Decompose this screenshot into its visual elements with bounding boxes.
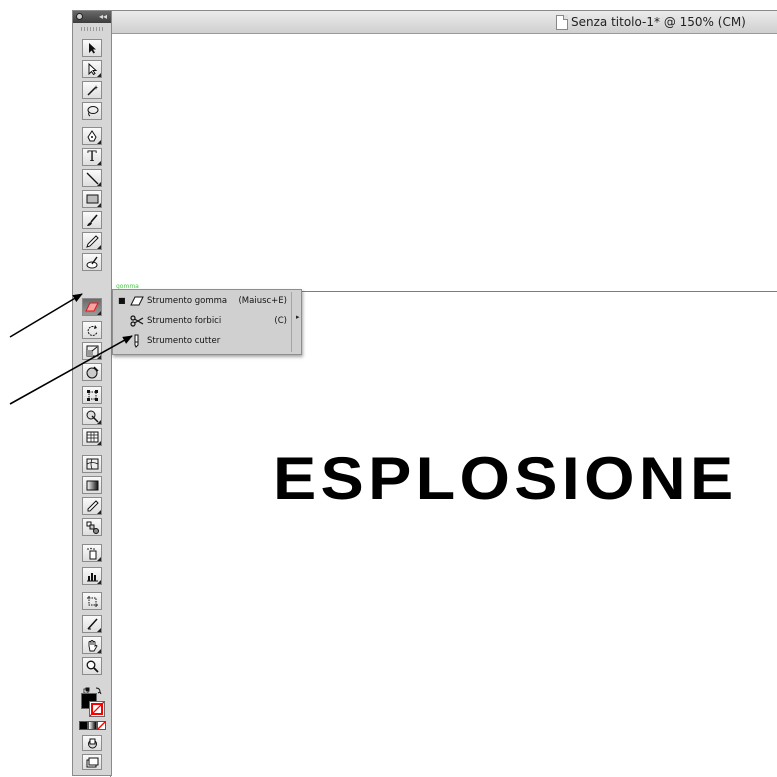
annotation-arrow-knife <box>9 335 133 405</box>
annotation-arrow-eraser <box>9 293 83 338</box>
annotation-arrows <box>9 293 133 405</box>
